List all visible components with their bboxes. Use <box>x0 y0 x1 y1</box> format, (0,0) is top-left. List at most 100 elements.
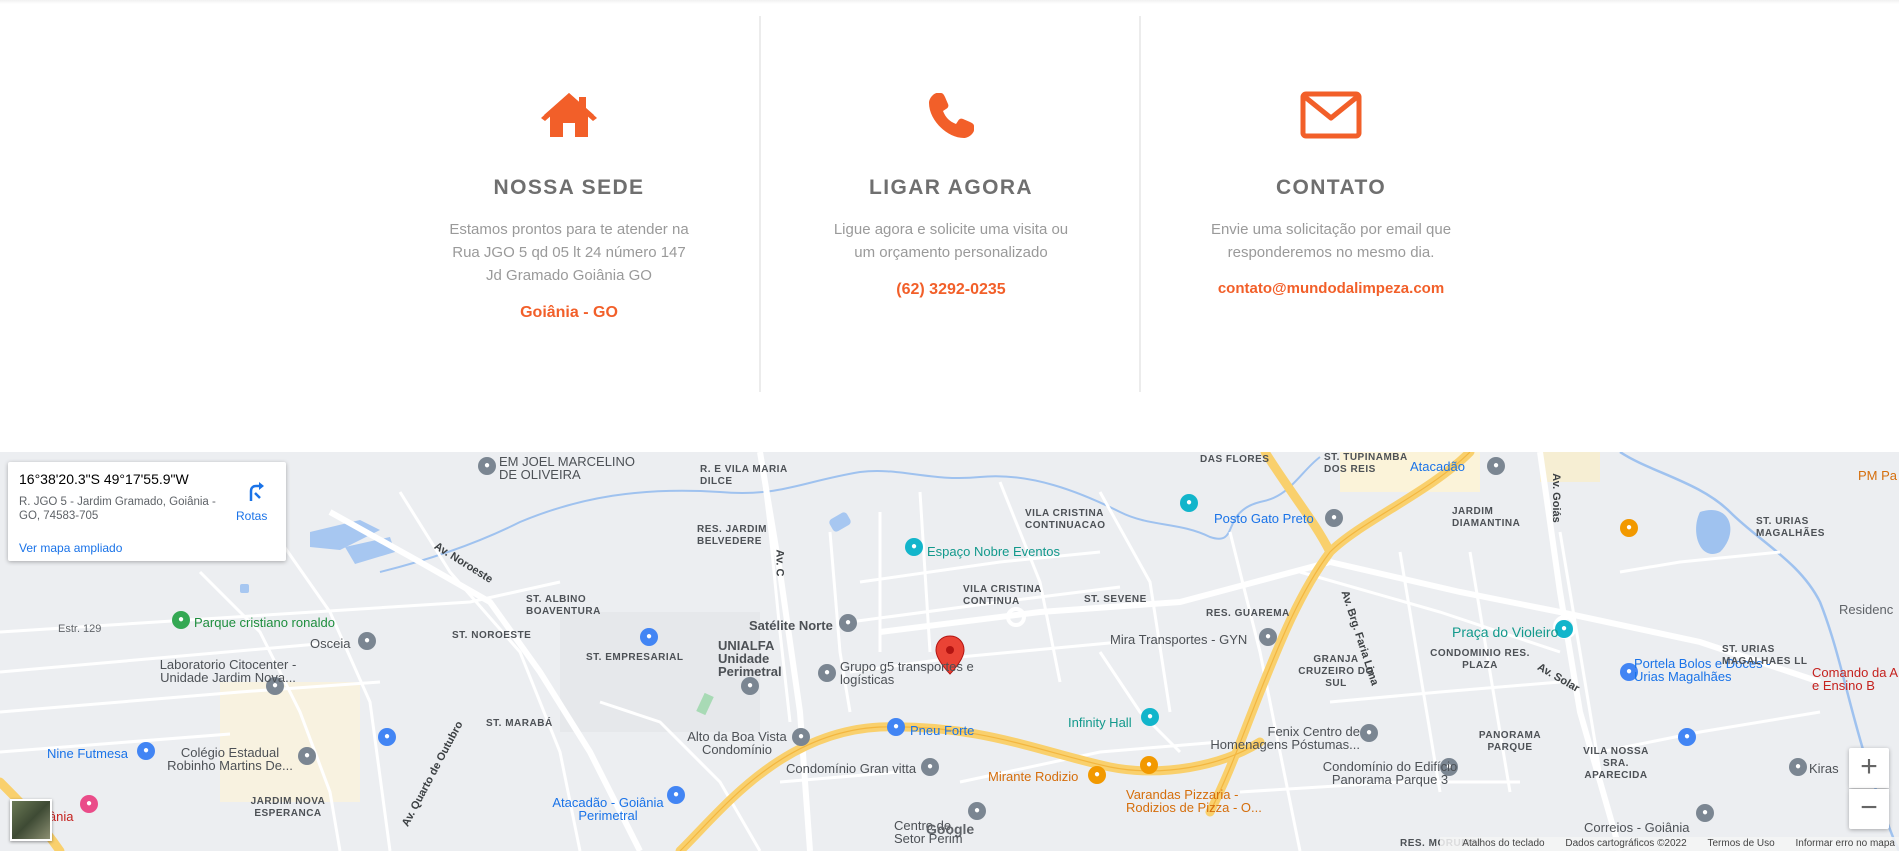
map-label[interactable]: Praça do Violeiro <box>1452 624 1558 640</box>
grantvitta-pin-icon[interactable]: ● <box>921 758 939 776</box>
location-info-card: 16°38'20.3"S 49°17'55.9"W R. JGO 5 - Jar… <box>8 462 286 561</box>
google-logo: Google <box>926 821 975 837</box>
map-label[interactable]: Posto Gato Preto <box>1214 511 1314 526</box>
map-label[interactable]: Alto da Boa Vista Condomínio <box>682 730 792 756</box>
map-label[interactable]: Atacadão <box>1410 459 1465 474</box>
kiras-pin-icon[interactable]: ● <box>1789 758 1807 776</box>
map-label[interactable]: Condomínio do Edifício Panorama Parque 3 <box>1315 760 1465 786</box>
map-label[interactable]: Varandas Pizzaria - Rodizios de Pizza - … <box>1126 788 1276 814</box>
satelite-pin-icon[interactable]: ● <box>839 614 857 632</box>
tourist-pin-icon[interactable]: ● <box>1180 494 1198 512</box>
directions-link[interactable]: Rotas <box>236 509 267 523</box>
centro-pin-icon[interactable]: ● <box>968 802 986 820</box>
zoom-in-button[interactable]: + <box>1849 748 1889 788</box>
map-label[interactable]: Mira Transportes - GYN <box>1110 632 1247 647</box>
house-icon <box>379 90 759 154</box>
tire-pin-icon[interactable]: ● <box>887 718 905 736</box>
map-footer: Atalhos do teclado Dados cartográficos ©… <box>1440 837 1899 851</box>
event-pin-icon[interactable]: ● <box>905 538 923 556</box>
report-error-link[interactable]: Informar erro no mapa <box>1796 838 1896 849</box>
city-link[interactable]: Goiânia - GO <box>379 304 759 322</box>
map-label: Av. Goiás <box>1549 473 1562 523</box>
gas-pin-icon[interactable]: ● <box>1325 509 1343 527</box>
call-description: Ligue agora e solicite uma visita ou um … <box>833 221 1069 261</box>
map-label: Residenc <box>1839 602 1894 617</box>
g5-pin-icon[interactable]: ● <box>818 664 836 682</box>
phone-icon <box>761 90 1141 154</box>
map-label[interactable]: Nine Futmesa <box>47 746 128 761</box>
unialfa-pin-icon[interactable]: ● <box>741 677 759 695</box>
park-pin-icon[interactable]: ● <box>172 611 190 629</box>
directions-icon[interactable] <box>246 480 268 502</box>
zoom-out-button[interactable]: − <box>1849 789 1889 829</box>
map-label[interactable]: Laboratorio Citocenter - Unidade Jardim … <box>148 658 308 684</box>
address: R. JGO 5 - Jardim Gramado, Goiânia - GO,… <box>19 496 216 522</box>
embedded-map[interactable]: ● ● ● ● ● ● ● ● ● ● ● ● ● ● ● ● ● ● ● ● … <box>0 452 1899 851</box>
restaurant-pin-icon[interactable]: ● <box>1620 519 1638 537</box>
map-label: JARDIM NOVA ESPERANCA <box>250 796 326 819</box>
map-label[interactable]: PM Pa <box>1858 468 1897 483</box>
map-label: VILA CRISTINA CONTINUACAO <box>1025 508 1106 531</box>
email-title: CONTATO <box>1275 176 1387 199</box>
atacadao-perimetral-pin-icon[interactable]: ● <box>667 786 685 804</box>
map-label: ST. TUPINAMBA DOS REIS <box>1324 452 1408 475</box>
map-label[interactable]: UNIALFA Unidade Perimetral <box>718 639 808 678</box>
map-data-attribution: Dados cartográficos ©2022 <box>1565 838 1687 849</box>
school-pin-icon[interactable]: ● <box>478 457 496 475</box>
view-larger-map-link[interactable]: Ver mapa ampliado <box>19 541 122 555</box>
osceia-pin-icon[interactable]: ● <box>358 632 376 650</box>
keyboard-shortcuts-link[interactable]: Atalhos do teclado <box>1462 838 1544 849</box>
mail-icon <box>1141 90 1521 154</box>
headquarters-description: Estamos prontos para te atender na Rua J… <box>449 221 689 284</box>
satellite-toggle-thumbnail[interactable] <box>10 799 52 841</box>
mirante-pin-icon[interactable]: ● <box>1088 766 1106 784</box>
email-description: Envie uma solicitação por email que resp… <box>1210 221 1452 261</box>
map-label: DAS FLORES <box>1200 454 1270 465</box>
map-label[interactable]: Fenix Centro de Homenagens Póstumas... <box>1190 725 1360 751</box>
transport-pin-icon[interactable]: ● <box>1259 628 1277 646</box>
map-label: ST. ALBINO BOAVENTURA <box>526 594 601 617</box>
map-label[interactable]: Comando da A e Ensino B <box>1812 666 1899 692</box>
call-title: LIGAR AGORA <box>869 176 1033 199</box>
map-label[interactable]: Espaço Nobre Eventos <box>927 544 1060 559</box>
map-label[interactable]: Mirante Rodizio <box>988 769 1078 784</box>
condo-pin-icon[interactable]: ● <box>792 728 810 746</box>
map-label[interactable]: Correios - Goiânia <box>1584 820 1690 835</box>
coordinates: 16°38'20.3"S 49°17'55.9"W <box>19 471 189 487</box>
blue-pin-icon[interactable]: ● <box>1678 728 1696 746</box>
pizza-pin-icon[interactable]: ● <box>1140 756 1158 774</box>
map-label: ST. EMPRESARIAL <box>586 652 684 663</box>
map-label: CONDOMINIO RES. PLAZA <box>1430 648 1530 671</box>
store-pin-icon[interactable]: ● <box>378 728 396 746</box>
shopping-pin-icon[interactable]: ● <box>640 628 658 646</box>
contact-section: NOSSA SEDE Estamos prontos para te atend… <box>0 0 1899 452</box>
shop-pin-icon[interactable]: ● <box>1487 457 1505 475</box>
funeral-pin-icon[interactable]: ● <box>1360 724 1378 742</box>
phone-link[interactable]: (62) 3292-0235 <box>761 281 1141 299</box>
map-label[interactable]: Kiras <box>1809 761 1839 776</box>
map-label[interactable]: Pneu Forte <box>910 723 974 738</box>
map-label: Av. C <box>773 549 786 577</box>
map-label: JARDIM DIAMANTINA <box>1452 506 1521 529</box>
map-label[interactable]: Osceia <box>310 636 350 651</box>
email-link[interactable]: contato@mundodalimpeza.com <box>1141 280 1521 297</box>
college-pin-icon[interactable]: ● <box>298 747 316 765</box>
map-label[interactable]: Condomínio Gran vitta <box>786 761 916 776</box>
headquarters-title: NOSSA SEDE <box>493 176 645 199</box>
map-label[interactable]: Atacadão - Goiânia Perimetral <box>548 796 668 822</box>
map-label[interactable]: EM JOEL MARCELINO DE OLIVEIRA <box>499 455 649 481</box>
hotel-pin-icon[interactable]: ● <box>80 795 98 813</box>
map-label[interactable]: Parque cristiano ronaldo <box>194 615 335 630</box>
map-label[interactable]: Infinity Hall <box>1068 715 1132 730</box>
terms-link[interactable]: Termos de Uso <box>1707 838 1774 849</box>
map-label[interactable]: Satélite Norte <box>749 618 833 633</box>
hall-pin-icon[interactable]: ● <box>1141 708 1159 726</box>
futmesa-pin-icon[interactable]: ● <box>137 742 155 760</box>
call-column: LIGAR AGORA Ligue agora e solicite uma v… <box>759 16 1141 392</box>
map-label[interactable]: Grupo g5 transportes e logísticas <box>840 660 990 686</box>
correios-pin-icon[interactable]: ● <box>1696 804 1714 822</box>
map-label: RES. GUAREMA <box>1206 608 1290 619</box>
map-label: VILA NOSSA SRA. APARECIDA <box>1583 746 1649 781</box>
map-label[interactable]: Colégio Estadual Robinho Martins De... <box>160 746 300 772</box>
map-label: PANORAMA PARQUE <box>1478 730 1542 753</box>
